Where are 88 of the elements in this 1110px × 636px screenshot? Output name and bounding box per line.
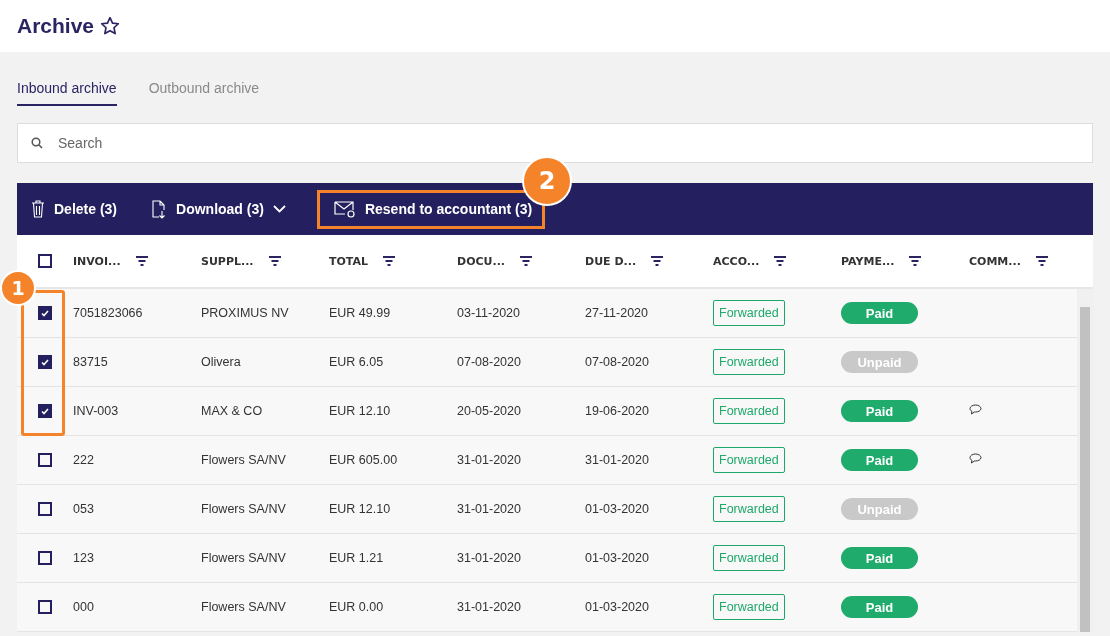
table-cell-text: 222 bbox=[73, 453, 95, 467]
table-cell-text: 31-01-2020 bbox=[457, 453, 522, 467]
table-cell-text: 27-11-2020 bbox=[585, 306, 649, 320]
row-checkbox[interactable] bbox=[38, 306, 52, 320]
filter-icon[interactable] bbox=[908, 256, 923, 266]
table-cell-text: Olivera bbox=[201, 355, 242, 369]
search-icon bbox=[31, 137, 43, 149]
search-field[interactable]: Search bbox=[17, 123, 1093, 163]
table-cell-text: 31-01-2020 bbox=[457, 502, 522, 516]
status-tag: Forwarded bbox=[713, 496, 785, 522]
trash-icon bbox=[31, 200, 45, 218]
row-checkbox[interactable] bbox=[38, 600, 52, 614]
table-cell-text: 31-01-2020 bbox=[457, 600, 522, 614]
page-title: Archive bbox=[17, 14, 95, 38]
table-cell-text: 07-08-2020 bbox=[585, 355, 650, 369]
table-cell-text: 19-06-2020 bbox=[585, 404, 650, 418]
table-cell-text: Flowers SA/NV bbox=[201, 453, 287, 467]
speech-bubble-icon[interactable] bbox=[969, 404, 982, 415]
table-cell-text: EUR 12.10 bbox=[329, 502, 392, 516]
table-cell-text: Flowers SA/NV bbox=[201, 551, 287, 565]
checkmark-icon bbox=[41, 309, 49, 317]
status-tag: Forwarded bbox=[713, 545, 785, 571]
table-cell-text: MAX & CO bbox=[201, 404, 264, 418]
column-header: DUE D... bbox=[585, 254, 637, 268]
document-download-icon bbox=[151, 199, 168, 219]
column-header: SUPPL... bbox=[201, 254, 254, 268]
table-cell-text: 20-05-2020 bbox=[457, 404, 522, 418]
table-cell-text: EUR 6.05 bbox=[329, 355, 385, 369]
filter-icon[interactable] bbox=[267, 256, 282, 266]
table-cell-text: EUR 1.21 bbox=[329, 551, 385, 565]
filter-icon[interactable] bbox=[1034, 256, 1049, 266]
speech-bubble-icon[interactable] bbox=[969, 453, 982, 464]
filter-icon[interactable] bbox=[773, 256, 788, 266]
table-cell-text: 01-03-2020 bbox=[585, 551, 650, 565]
chevron-down-icon bbox=[272, 205, 286, 213]
status-tag: Forwarded bbox=[713, 300, 785, 326]
table-cell-text: 03-11-2020 bbox=[457, 306, 521, 320]
checkmark-icon bbox=[41, 407, 49, 415]
column-header: INVOI... bbox=[73, 254, 121, 268]
star-icon[interactable] bbox=[100, 16, 121, 36]
table-cell-text: 31-01-2020 bbox=[585, 453, 650, 467]
table-cell-text: 7051823066 bbox=[73, 306, 144, 320]
table-cell-text: INV-003 bbox=[73, 404, 120, 418]
select-all-checkbox[interactable] bbox=[38, 254, 52, 268]
archive-tab[interactable]: Inbound archive bbox=[17, 78, 117, 106]
row-checkbox[interactable] bbox=[38, 502, 52, 516]
row-checkbox[interactable] bbox=[38, 404, 52, 418]
payment-badge: Paid bbox=[841, 596, 918, 618]
table-cell-text: Flowers SA/NV bbox=[201, 600, 287, 614]
table-cell-text: 07-08-2020 bbox=[457, 355, 522, 369]
column-header: DOCU... bbox=[457, 254, 506, 268]
column-header: TOTAL bbox=[329, 254, 369, 268]
payment-badge: Paid bbox=[841, 449, 918, 471]
callout-badge: 1 bbox=[0, 270, 36, 306]
payment-badge: Paid bbox=[841, 400, 918, 422]
column-header: COMM... bbox=[969, 254, 1021, 268]
delete-button[interactable]: Delete (3) bbox=[31, 192, 130, 226]
payment-badge: Paid bbox=[841, 547, 918, 569]
download-button[interactable]: Download (3) bbox=[151, 191, 298, 227]
table-cell-text: 123 bbox=[73, 551, 95, 565]
row-checkbox[interactable] bbox=[38, 355, 52, 369]
table-cell-text: 01-03-2020 bbox=[585, 502, 650, 516]
scrollbar[interactable] bbox=[1077, 289, 1093, 632]
table-cell-text: 01-03-2020 bbox=[585, 600, 650, 614]
status-tag: Forwarded bbox=[713, 594, 785, 620]
column-header: ACCO... bbox=[713, 254, 760, 268]
status-tag: Forwarded bbox=[713, 398, 785, 424]
filter-icon[interactable] bbox=[519, 256, 534, 266]
column-header: PAYME... bbox=[841, 254, 895, 268]
row-checkbox[interactable] bbox=[38, 453, 52, 467]
table-cell-text: EUR 0.00 bbox=[329, 600, 385, 614]
filter-icon[interactable] bbox=[650, 256, 665, 266]
table-cell-text: 31-01-2020 bbox=[457, 551, 522, 565]
payment-badge: Paid bbox=[841, 302, 918, 324]
filter-icon[interactable] bbox=[382, 256, 397, 266]
table-cell-text: EUR 49.99 bbox=[329, 306, 392, 320]
table-cell-text: 83715 bbox=[73, 355, 109, 369]
checkmark-icon bbox=[41, 358, 49, 366]
table-cell-text: PROXIMUS NV bbox=[201, 306, 290, 320]
table-cell-text: EUR 12.10 bbox=[329, 404, 392, 418]
table-cell-text: Flowers SA/NV bbox=[201, 502, 287, 516]
table-cell-text: 000 bbox=[73, 600, 95, 614]
status-tag: Forwarded bbox=[713, 349, 785, 375]
filter-icon[interactable] bbox=[134, 256, 149, 266]
status-tag: Forwarded bbox=[713, 447, 785, 473]
table-cell-text: EUR 605.00 bbox=[329, 453, 399, 467]
row-checkbox[interactable] bbox=[38, 551, 52, 565]
table-cell-text: 053 bbox=[73, 502, 95, 516]
